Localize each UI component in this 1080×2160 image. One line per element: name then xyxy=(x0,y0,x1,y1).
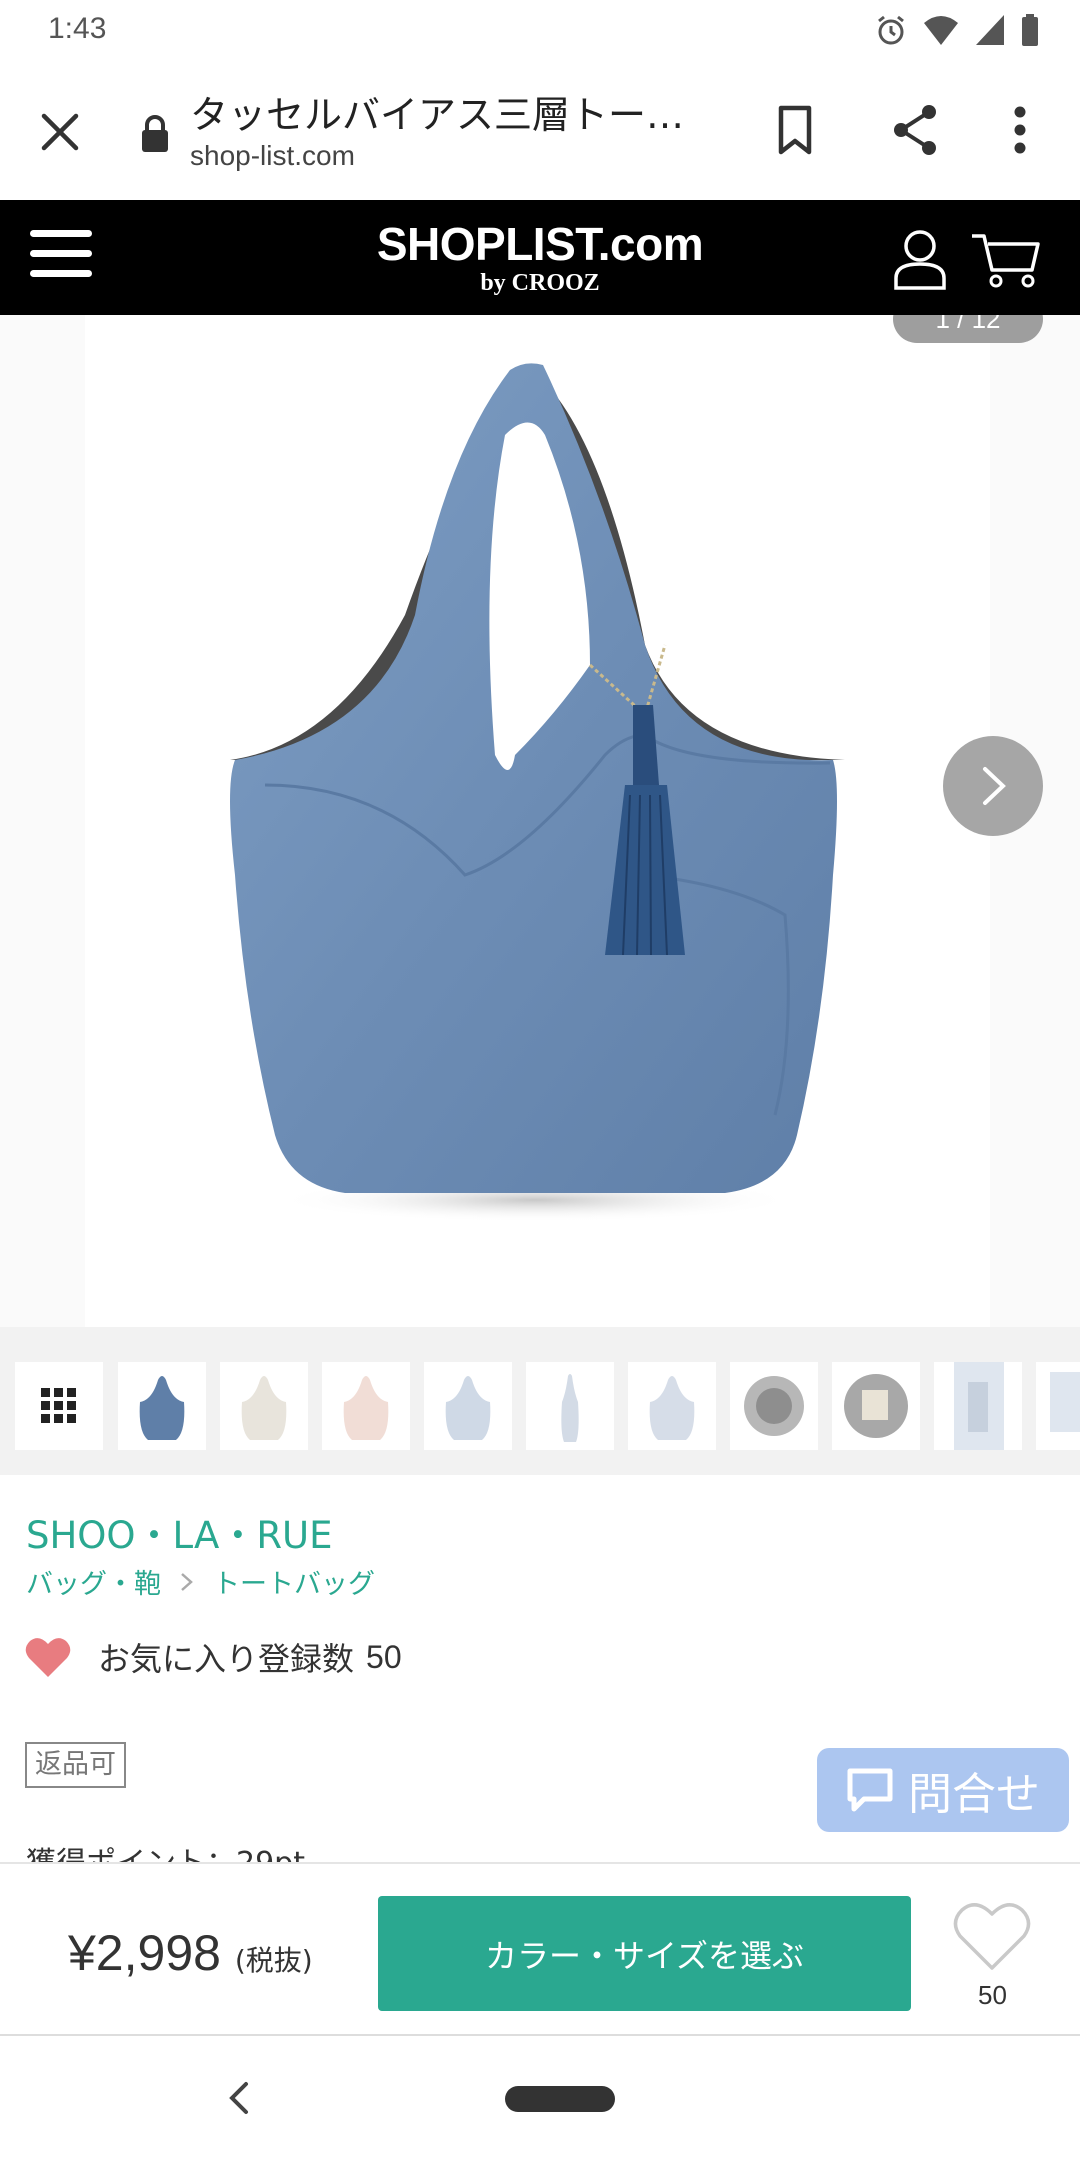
brand-name[interactable]: SHOO・LA・RUE xyxy=(26,1505,333,1559)
price-tax-note: (税抜) xyxy=(234,1944,313,1977)
grid-icon xyxy=(41,1388,76,1423)
favorite-button-count: 50 xyxy=(978,1980,1007,2010)
site-header: SHOPLIST.com by CROOZ xyxy=(0,200,1080,315)
page-url[interactable]: shop-list.com xyxy=(190,140,355,172)
status-icons xyxy=(874,12,1040,48)
home-pill[interactable] xyxy=(505,2086,615,2112)
favorite-count: 50 xyxy=(366,1638,402,1675)
select-color-size-button[interactable]: カラー・サイズを選ぶ xyxy=(378,1896,911,2011)
favorite-count-row: お気に入り登録数 50 xyxy=(24,1632,402,1682)
system-navigation-bar xyxy=(0,2034,1080,2160)
heart-icon xyxy=(25,1638,71,1677)
grid-view-button[interactable] xyxy=(15,1362,103,1450)
thumbnail-strip xyxy=(0,1327,1080,1475)
alarm-icon xyxy=(878,15,904,45)
thumbnail-light-blue[interactable] xyxy=(424,1362,512,1450)
product-tote-bag-image xyxy=(230,363,845,1222)
cart-icon[interactable] xyxy=(970,230,1042,290)
logo-main-text: SHOPLIST.com xyxy=(376,218,704,270)
next-image-button[interactable] xyxy=(943,736,1043,836)
favorite-heart-icon[interactable] xyxy=(950,1896,1035,1976)
chat-icon xyxy=(847,1768,893,1812)
thumbnail-pink[interactable] xyxy=(322,1362,410,1450)
status-bar: 1:43 xyxy=(0,0,1080,62)
thumbnail-ivory[interactable] xyxy=(220,1362,308,1450)
inquiry-button[interactable]: 問合せ xyxy=(817,1748,1069,1832)
battery-icon xyxy=(1022,14,1038,46)
breadcrumb: バッグ・鞄 トートバッグ xyxy=(26,1562,375,1601)
close-icon xyxy=(41,113,79,151)
thumbnail-interior[interactable] xyxy=(832,1362,920,1450)
thumbnail-back-view[interactable] xyxy=(628,1362,716,1450)
chevron-right-icon xyxy=(181,1572,193,1591)
menu-icon[interactable] xyxy=(30,230,92,284)
thumbnail-detail[interactable] xyxy=(934,1362,1022,1450)
product-image-frame xyxy=(85,315,990,1327)
thumbnail-side-view[interactable] xyxy=(526,1362,614,1450)
close-tab-button[interactable] xyxy=(30,102,90,162)
chevron-right-icon xyxy=(983,767,1006,805)
account-icon[interactable] xyxy=(890,228,950,290)
price-value: ¥2,998 xyxy=(68,1925,221,1981)
share-icon[interactable] xyxy=(885,100,945,160)
breadcrumb-category[interactable]: バッグ・鞄 xyxy=(26,1562,161,1601)
back-icon[interactable] xyxy=(220,2076,260,2120)
breadcrumb-subcategory[interactable]: トートバッグ xyxy=(213,1562,375,1601)
wifi-icon xyxy=(924,16,958,45)
favorite-label: お気に入り登録数 xyxy=(98,1640,355,1678)
logo-sub-text: by CROOZ xyxy=(480,270,600,296)
page-title[interactable]: タッセルバイアス三層トー… xyxy=(190,84,710,139)
image-counter: 1 / 12 xyxy=(893,315,1043,343)
site-logo[interactable]: SHOPLIST.com by CROOZ xyxy=(360,218,720,296)
browser-toolbar: タッセルバイアス三層トー… shop-list.com xyxy=(0,62,1080,200)
more-options-icon[interactable] xyxy=(995,100,1045,160)
inquiry-label: 問合せ xyxy=(908,1769,1040,1820)
status-time: 1:43 xyxy=(48,12,107,45)
lock-icon xyxy=(142,115,168,152)
product-image-gallery[interactable]: 1 / 12 xyxy=(0,315,1080,1327)
thumbnail-partial[interactable] xyxy=(1036,1362,1080,1450)
bookmark-icon[interactable] xyxy=(765,100,825,160)
purchase-bar: ¥2,998 (税抜) カラー・サイズを選ぶ 50 xyxy=(0,1862,1080,2034)
thumbnail-blue[interactable] xyxy=(118,1362,206,1450)
cell-signal-icon xyxy=(976,15,1004,45)
thumbnail-top-view[interactable] xyxy=(730,1362,818,1450)
returnable-badge: 返品可 xyxy=(25,1742,126,1788)
price: ¥2,998 (税抜) xyxy=(68,1924,313,1982)
